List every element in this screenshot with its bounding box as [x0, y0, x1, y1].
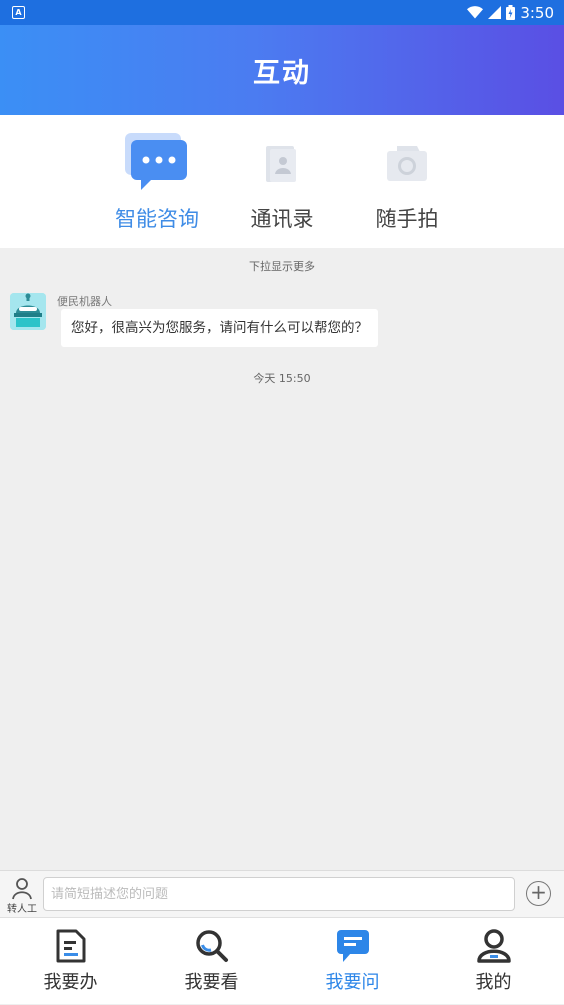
add-attachment-button[interactable]: + [526, 881, 551, 906]
message-input[interactable] [43, 877, 515, 911]
nav-label: 我要问 [325, 972, 380, 993]
message-timestamp: 今天 15:50 [253, 372, 311, 385]
signal-icon [488, 6, 502, 19]
nav-item-view[interactable]: 我要看 [141, 918, 282, 1005]
contacts-icon [266, 146, 296, 182]
robot-avatar [10, 293, 46, 330]
page-title: 互动 [253, 57, 311, 89]
battery-icon [506, 5, 516, 20]
nav-item-handle[interactable]: 我要办 [0, 918, 141, 1005]
transfer-to-human-button[interactable]: 转人工 [4, 875, 40, 915]
tab-bar: 智能咨询 通讯录 随手拍 [0, 115, 564, 248]
chat-bubble-icon [125, 133, 187, 190]
transfer-to-human-label: 转人工 [7, 904, 37, 915]
status-bar: A 3:50 [0, 0, 564, 25]
chat-area[interactable]: 下拉显示更多 便民机器人 您好，很高兴为您服务，请问有什么可以帮您的？ 今天 1… [0, 248, 564, 870]
person-icon [12, 878, 32, 900]
status-time: 3:50 [520, 3, 554, 22]
tab-smart-consult[interactable]: 智能咨询 [87, 115, 227, 248]
header: 互动 [0, 25, 564, 115]
tab-label: 智能咨询 [115, 207, 199, 231]
nav-label: 我要看 [184, 972, 239, 993]
nav-item-ask[interactable]: 我要问 [282, 918, 423, 1005]
message-icon [336, 930, 369, 962]
sender-name: 便民机器人 [57, 295, 112, 308]
camera-icon [387, 146, 427, 181]
tab-contacts[interactable]: 通讯录 [212, 115, 352, 248]
user-icon [476, 929, 511, 963]
nav-item-mine[interactable]: 我的 [423, 918, 564, 1005]
robot-icon [10, 293, 46, 330]
search-icon [195, 930, 228, 962]
nav-label: 我要办 [43, 972, 98, 993]
app-notification-icon: A [12, 6, 25, 19]
input-bar: 转人工 + [0, 870, 564, 917]
tab-label: 随手拍 [375, 207, 439, 231]
bottom-nav: 我要办 我要看 我要问 我的 [0, 917, 564, 1004]
pull-to-load-hint: 下拉显示更多 [249, 260, 315, 273]
document-icon [56, 929, 85, 963]
tab-snapshot[interactable]: 随手拍 [337, 115, 477, 248]
wifi-icon [467, 6, 484, 19]
tab-label: 通讯录 [250, 207, 314, 231]
message-bubble[interactable]: 您好，很高兴为您服务，请问有什么可以帮您的？ [61, 309, 378, 347]
nav-label: 我的 [475, 972, 512, 993]
